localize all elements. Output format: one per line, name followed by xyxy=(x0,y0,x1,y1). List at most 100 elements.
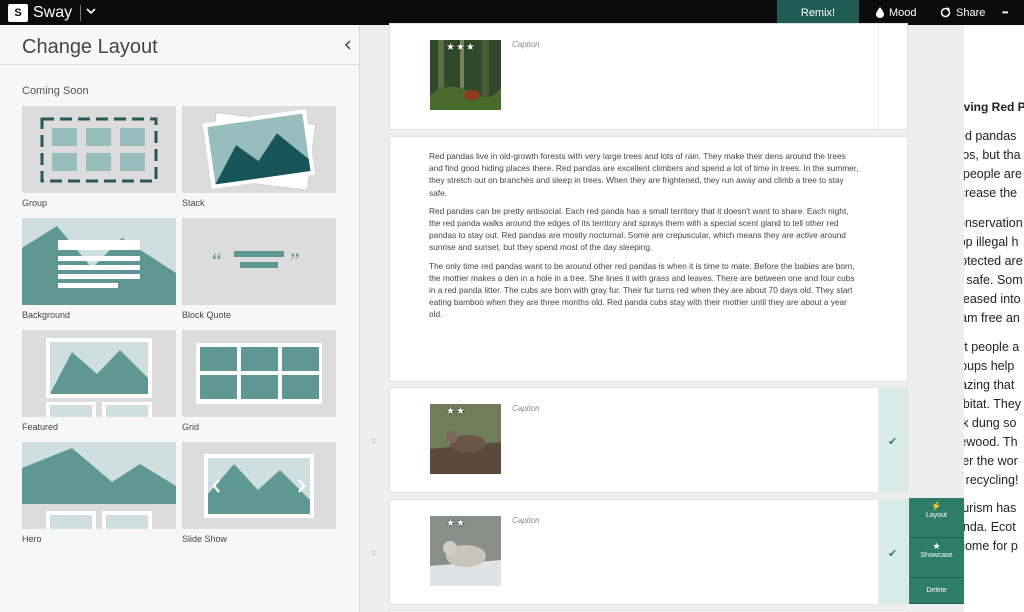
preview-line: stop illegal h xyxy=(964,235,1019,249)
layout-label-block-quote: Block Quote xyxy=(182,310,232,320)
remix-button[interactable]: Remix! xyxy=(777,0,859,25)
caption-text[interactable]: Caption xyxy=(512,40,540,49)
more-options-icon[interactable]: ••• xyxy=(1002,0,1008,25)
preview-line: increase the xyxy=(964,186,1018,200)
preview-line: habitat. They xyxy=(964,397,1022,411)
layout-tile-stack[interactable] xyxy=(182,106,336,193)
slide-show-layout-icon xyxy=(204,454,314,518)
preview-line: be safe. Som xyxy=(964,273,1023,287)
card-actions: ⚡ Layout ★ Showcase Delete xyxy=(909,498,964,604)
change-layout-panel: Change Layout Coming Soon Group Stack Ba… xyxy=(0,25,360,612)
preview-line: Tourism has xyxy=(964,501,1017,515)
layout-tile-block-quote[interactable]: “ ” xyxy=(182,218,336,305)
layout-tile-slide-show[interactable] xyxy=(182,442,336,529)
layout-label: Layout xyxy=(925,512,948,519)
chevron-down-icon[interactable] xyxy=(86,6,96,16)
layout-tile-featured[interactable] xyxy=(22,330,176,417)
mood-button[interactable]: Mood xyxy=(876,0,917,25)
preview-line: of people are xyxy=(964,167,1022,181)
collapse-panel-icon[interactable] xyxy=(343,40,353,50)
layout-label-group: Group xyxy=(22,198,48,208)
card-side-strip[interactable]: ✔ xyxy=(878,388,907,492)
image-thumbnail[interactable]: ★★ xyxy=(430,404,501,474)
svg-text:”: ” xyxy=(290,248,300,273)
svg-text:“: “ xyxy=(212,248,222,273)
group-layout-icon xyxy=(40,117,158,183)
image-thumbnail[interactable]: ★★★ xyxy=(430,40,501,110)
share-label: Share xyxy=(956,6,986,19)
card-side-strip xyxy=(878,24,907,129)
layout-label-grid: Grid xyxy=(182,422,200,432)
layout-label-background: Background xyxy=(22,310,71,320)
preview-line: firewood. Th xyxy=(964,435,1018,449)
preview-line: grazing that xyxy=(964,378,1015,392)
share-icon xyxy=(940,7,951,18)
layout-label-stack: Stack xyxy=(182,198,205,208)
image-card[interactable]: = ★★ Caption ✔ xyxy=(371,387,908,493)
app-brand[interactable]: S Sway xyxy=(8,2,96,23)
star-icon: ★ xyxy=(932,541,941,551)
caption-text[interactable]: Caption xyxy=(512,516,540,525)
preview-line: groups help xyxy=(964,359,1015,373)
divider xyxy=(80,4,82,21)
checkmark-icon[interactable]: ✔ xyxy=(888,547,897,560)
delete-button[interactable]: Delete xyxy=(909,578,964,604)
hero-layout-icon xyxy=(22,442,176,529)
rating-stars[interactable]: ★★★ xyxy=(446,42,476,53)
preview-line: income for p xyxy=(964,539,1018,553)
layout-button[interactable]: ⚡ Layout xyxy=(909,498,964,538)
image-card[interactable]: = ★★ Caption ✔ xyxy=(371,499,908,605)
drag-handle-icon[interactable]: = xyxy=(371,436,381,446)
checkmark-icon[interactable]: ✔ xyxy=(888,435,897,448)
block-quote-layout-icon: “ ” xyxy=(212,248,300,273)
preview-line: over the wor xyxy=(964,454,1018,468)
layout-tile-group[interactable] xyxy=(22,106,176,193)
preview-line: roam free an xyxy=(964,311,1020,325)
section-label: Coming Soon xyxy=(22,85,89,97)
layout-tile-grid[interactable] xyxy=(182,330,336,417)
paragraph[interactable]: Red pandas live in old-growth forests wi… xyxy=(429,150,859,199)
image-thumbnail[interactable]: ★★ xyxy=(430,516,501,586)
preview-line: panda. Ecot xyxy=(964,520,1016,534)
divider xyxy=(0,64,360,65)
layout-label-slide-show: Slide Show xyxy=(182,534,228,544)
paragraph[interactable]: The only time red pandas want to be arou… xyxy=(429,260,859,321)
preview-line: as recycling! xyxy=(964,473,1019,487)
preview-line: yak dung so xyxy=(964,416,1017,430)
layout-label-featured: Featured xyxy=(22,422,59,432)
share-button[interactable]: Share xyxy=(940,0,985,25)
preview-line: Red pandas xyxy=(964,129,1017,143)
preview-line: released into xyxy=(964,292,1021,306)
preview-heading: Saving Red P xyxy=(964,100,1024,114)
drop-icon xyxy=(876,7,884,18)
top-bar: S Sway Remix! Mood Share ••• xyxy=(0,0,1024,25)
mood-label: Mood xyxy=(889,6,917,19)
preview-line: zoos, but tha xyxy=(964,148,1021,162)
background-layout-icon xyxy=(22,218,176,305)
text-card[interactable]: Red pandas live in old-growth forests wi… xyxy=(389,136,908,382)
layout-label-hero: Hero xyxy=(22,534,42,544)
delete-label: Delete xyxy=(926,587,947,594)
app-name: Sway xyxy=(33,3,73,21)
preview-line: Conservation xyxy=(964,216,1023,230)
preview-pane[interactable]: Saving Red P Red pandas zoos, but tha of… xyxy=(964,25,1024,612)
showcase-label: Showcase xyxy=(920,552,953,559)
layout-tile-background[interactable] xyxy=(22,218,176,305)
sway-logo-icon: S xyxy=(8,3,28,22)
drag-handle-icon[interactable]: = xyxy=(371,548,381,558)
featured-layout-icon xyxy=(46,338,152,417)
preview-line: But people a xyxy=(964,340,1020,354)
card-side-strip[interactable]: ✔ xyxy=(878,500,907,604)
storyline-canvas: ★★★ Caption Red pandas live in old-growt… xyxy=(361,23,964,612)
stack-layout-icon xyxy=(202,109,317,191)
preview-line: protected are xyxy=(964,254,1023,268)
grid-layout-icon xyxy=(196,343,322,404)
rating-stars[interactable]: ★★ xyxy=(446,406,466,417)
caption-text[interactable]: Caption xyxy=(512,404,540,413)
image-card[interactable]: ★★★ Caption xyxy=(389,23,908,130)
panel-title: Change Layout xyxy=(22,36,158,58)
rating-stars[interactable]: ★★ xyxy=(446,518,466,529)
paragraph[interactable]: Red pandas can be pretty antisocial. Eac… xyxy=(429,205,859,254)
layout-tile-hero[interactable] xyxy=(22,442,176,529)
showcase-button[interactable]: ★ Showcase xyxy=(909,538,964,578)
